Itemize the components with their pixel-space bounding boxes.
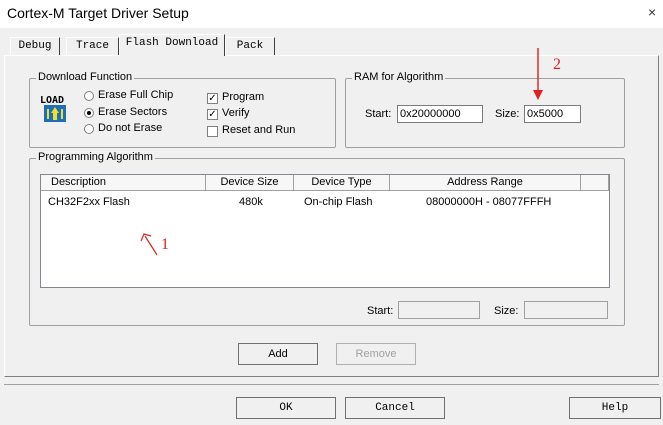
column-header-filler bbox=[581, 175, 609, 191]
download-function-label: Download Function bbox=[36, 71, 135, 83]
ram-start-label: Start: bbox=[365, 108, 392, 120]
annotation-label-2: 2 bbox=[553, 56, 561, 73]
erase-sectors-label: Erase Sectors bbox=[98, 106, 168, 118]
checkbox-reset-and-run[interactable] bbox=[207, 126, 218, 137]
load-icon-text: LOAD bbox=[40, 95, 64, 106]
load-icon: LOAD bbox=[40, 95, 66, 122]
algo-size-input[interactable] bbox=[524, 301, 608, 319]
column-header-description[interactable]: Description bbox=[41, 175, 206, 191]
close-icon[interactable]: × bbox=[648, 4, 656, 20]
cancel-button[interactable]: Cancel bbox=[345, 397, 445, 419]
reset-and-run-label: Reset and Run bbox=[222, 124, 296, 136]
row-description: CH32F2xx Flash bbox=[48, 196, 130, 208]
ram-size-input[interactable]: 0x5000 bbox=[524, 105, 581, 123]
row-device-size: 480k bbox=[239, 196, 263, 208]
title-bar: Cortex-M Target Driver Setup × bbox=[0, 0, 663, 28]
tab-debug[interactable]: Debug bbox=[10, 37, 60, 55]
ok-button[interactable]: OK bbox=[236, 397, 336, 419]
radio-erase-sectors[interactable] bbox=[84, 108, 94, 118]
algorithm-list[interactable]: Description Device Size Device Type Addr… bbox=[40, 174, 610, 288]
column-header-device-size[interactable]: Device Size bbox=[206, 175, 294, 191]
algo-size-label: Size: bbox=[494, 305, 519, 317]
radio-erase-full-chip[interactable] bbox=[84, 91, 94, 101]
erase-full-chip-label: Erase Full Chip bbox=[98, 89, 174, 101]
tab-flash-download[interactable]: Flash Download bbox=[119, 34, 225, 56]
row-address-range: 08000000H - 08077FFFH bbox=[426, 196, 552, 208]
checkbox-program[interactable]: ✓ bbox=[207, 93, 218, 104]
tab-pack[interactable]: Pack bbox=[225, 37, 275, 55]
ram-for-algorithm-label: RAM for Algorithm bbox=[352, 71, 446, 83]
checkbox-verify[interactable]: ✓ bbox=[207, 109, 218, 120]
algo-start-input[interactable] bbox=[398, 301, 480, 319]
radio-do-not-erase[interactable] bbox=[84, 124, 94, 134]
column-header-device-type[interactable]: Device Type bbox=[294, 175, 390, 191]
tab-trace[interactable]: Trace bbox=[66, 37, 119, 55]
help-button[interactable]: Help bbox=[569, 397, 661, 419]
do-not-erase-label: Do not Erase bbox=[98, 122, 163, 134]
add-button[interactable]: Add bbox=[238, 343, 318, 365]
ram-start-input[interactable]: 0x20000000 bbox=[397, 105, 483, 123]
remove-button[interactable]: Remove bbox=[336, 343, 416, 365]
program-label: Program bbox=[222, 91, 265, 103]
row-device-type: On-chip Flash bbox=[304, 196, 373, 208]
divider bbox=[4, 384, 659, 385]
ram-size-label: Size: bbox=[495, 108, 520, 120]
algo-start-label: Start: bbox=[367, 305, 394, 317]
annotation-label-1: 1 bbox=[161, 236, 169, 253]
window-title: Cortex-M Target Driver Setup bbox=[7, 5, 189, 21]
download-function-group bbox=[29, 78, 336, 148]
verify-label: Verify bbox=[222, 107, 250, 119]
column-header-address-range[interactable]: Address Range bbox=[390, 175, 581, 191]
programming-algorithm-label: Programming Algorithm bbox=[36, 151, 155, 163]
